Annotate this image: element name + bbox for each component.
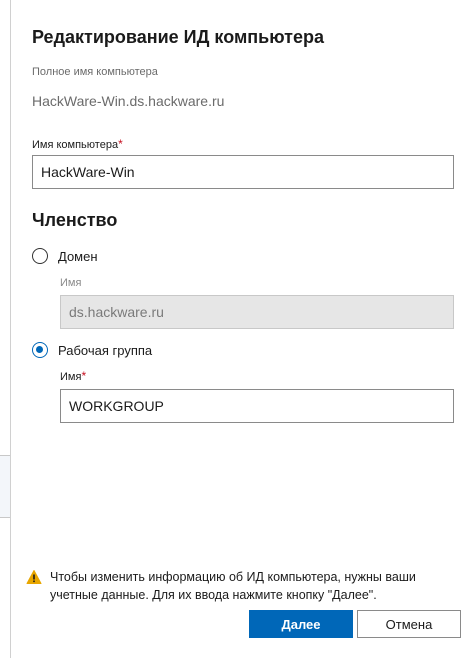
workgroup-name-input-value: WORKGROUP (69, 398, 164, 414)
dialog-title: Редактирование ИД компьютера (32, 27, 324, 47)
workgroup-name-label-text: Имя (60, 371, 82, 383)
background-divider-top (0, 455, 10, 456)
background-divider-bottom (0, 517, 10, 518)
domain-radio[interactable] (32, 248, 48, 264)
warning-icon (26, 570, 42, 584)
computer-name-input[interactable]: HackWare-Win (32, 155, 454, 189)
background-window-strip (0, 455, 10, 517)
warning-text-line2: учетные данные. Для их ввода нажмите кно… (50, 588, 377, 602)
computer-name-label-text: Имя компьютера (32, 139, 119, 151)
membership-title: Членство (32, 210, 118, 230)
edit-computer-id-dialog: Редактирование ИД компьютера Полное имя … (0, 0, 474, 658)
warning-text: Чтобы изменить информацию об ИД компьюте… (50, 568, 416, 604)
workgroup-radio[interactable] (32, 342, 48, 358)
cancel-button[interactable]: Отмена (357, 610, 461, 638)
domain-radio-row[interactable]: Домен (32, 248, 98, 264)
warning-text-line1: Чтобы изменить информацию об ИД компьюте… (50, 570, 416, 584)
credentials-warning: Чтобы изменить информацию об ИД компьюте… (26, 568, 446, 604)
domain-name-label: Имя (60, 277, 82, 289)
domain-name-input: ds.hackware.ru (60, 295, 454, 329)
workgroup-required-mark: * (81, 369, 87, 383)
domain-name-input-value: ds.hackware.ru (69, 304, 164, 320)
full-name-value: HackWare-Win.ds.hackware.ru (32, 93, 225, 109)
workgroup-radio-row[interactable]: Рабочая группа (32, 342, 152, 358)
computer-name-input-value: HackWare-Win (41, 164, 135, 180)
domain-radio-label: Домен (58, 248, 98, 264)
full-name-label: Полное имя компьютера (32, 66, 158, 78)
next-button[interactable]: Далее (249, 610, 353, 638)
workgroup-name-label: Имя* (60, 369, 86, 383)
workgroup-name-input[interactable]: WORKGROUP (60, 389, 454, 423)
computer-name-label: Имя компьютера* (32, 137, 123, 151)
background-window-edge (10, 0, 11, 658)
required-mark: * (118, 137, 123, 151)
workgroup-radio-label: Рабочая группа (58, 342, 153, 358)
